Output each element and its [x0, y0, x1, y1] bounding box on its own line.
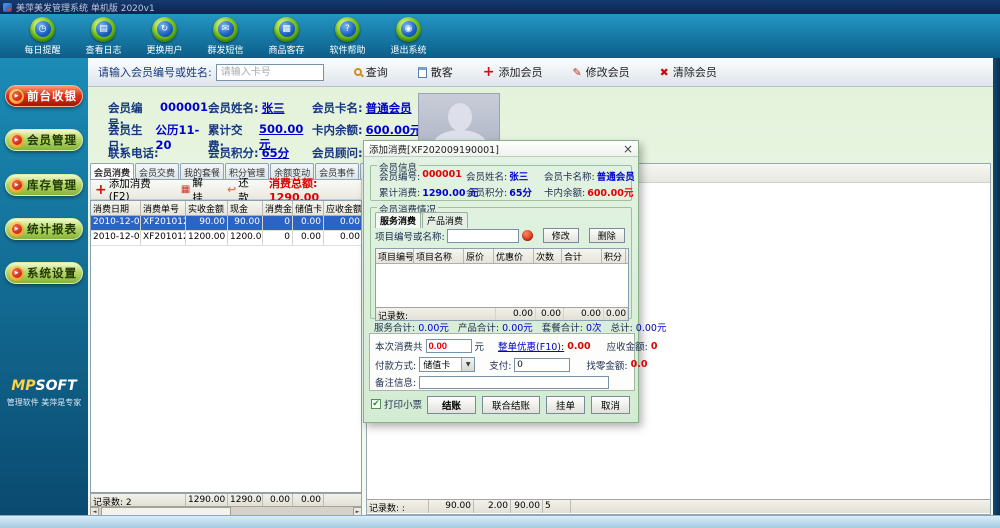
consumption-table-footer: 记录数: 2 1290.00 1290.00 0.00 0.00 — [90, 493, 362, 507]
joint-settle-button[interactable]: 联合结账 — [481, 396, 540, 414]
toolbar-switch-user[interactable]: ↻ 更换用户 — [134, 14, 195, 58]
table-row[interactable]: 2010-12-03 16: XF2010120340 90.00 90.00 … — [91, 216, 361, 231]
member-photo — [418, 93, 500, 145]
whole-discount-link[interactable]: 整单优惠(F10): — [498, 339, 564, 353]
avatar-head — [448, 103, 472, 131]
pencil-icon: ✎ — [572, 65, 582, 79]
app-icon — [3, 2, 12, 12]
dialog-titlebar: 添加消费[XF202009190001] × — [364, 141, 638, 157]
payment-method-select[interactable]: 储值卡 ▼ — [419, 357, 476, 372]
tab-service-consume[interactable]: 服务消费 — [375, 212, 422, 228]
consumption-table[interactable]: 消费日期 消费单号 实收金额 现金 消费金额 储值卡 应收金额 2010-12-… — [90, 200, 362, 493]
note-input[interactable] — [419, 375, 610, 389]
walkin-doc-icon — [417, 66, 427, 78]
consume-tabs: 服务消费 产品消费 — [375, 212, 469, 228]
totals-row: 服务合计: 0.00元 产品合计: 0.00元 套餐合计: 0次 总计: 0.0… — [374, 323, 667, 334]
brand-slogan: 管理软件 美萍是专家 — [6, 398, 82, 407]
member-search-bar: 请输入会员编号或姓名: 查询 散客 + 添加会员 ✎ 修改会员 ✖ 清除会员 — [88, 58, 993, 87]
member-detail-panel: 会员消费 会员交费 我的套餐 积分管理 余额变动 会员事件 备注提醒 + 添加消… — [90, 163, 405, 516]
dialog-title: 添加消费[XF202009190001] — [369, 144, 499, 156]
brand-logo: MPSOFT 管理软件 美萍是专家 — [0, 378, 88, 408]
service-panel-footer: 记录数: : 90.00 2.00 90.00 5 — [367, 499, 990, 513]
window-title: 美萍美发管理系统 单机版 2020v1 — [16, 3, 155, 14]
items-table[interactable]: 项目编号 项目名称 原价 优惠价 次数 合计 积分 记录数: 0.00 0.00… — [375, 248, 629, 321]
unhang-icon: ▦ — [180, 184, 191, 195]
status-bar — [0, 515, 1000, 528]
play-icon: ▶ — [9, 265, 24, 281]
table-header-row: 消费日期 消费单号 实收金额 现金 消费金额 储值卡 应收金额 — [91, 201, 361, 216]
consume-detail-group: 会员消费情况 服务消费 产品消费 项目编号或名称: 修改 删除 项目编号 项目名… — [370, 202, 632, 321]
search-input[interactable] — [215, 63, 324, 81]
edit-member-button[interactable]: ✎ 修改会员 — [572, 64, 629, 80]
power-icon: ◉ — [396, 16, 421, 42]
play-icon: ▶ — [9, 88, 24, 104]
help-icon: ? — [335, 16, 360, 42]
print-receipt-checkbox[interactable]: ✔ 打印小票 — [371, 397, 422, 411]
hang-order-button[interactable]: 挂单 — [545, 396, 585, 414]
app-window: 美萍美发管理系统 单机版 2020v1 ◷ 每日提醒 ▤ 查看日志 ↻ 更换用户… — [0, 0, 1000, 528]
query-button[interactable]: 查询 — [353, 64, 388, 80]
add-consume-button[interactable]: + 添加消费(F2) — [95, 176, 164, 203]
walkin-button[interactable]: 散客 — [417, 64, 453, 80]
toolbar-exit[interactable]: ◉ 退出系统 — [378, 14, 439, 58]
plus-icon: + — [95, 181, 107, 198]
clear-member-button[interactable]: ✖ 清除会员 — [660, 64, 717, 80]
consumption-toolbar: + 添加消费(F2) ▦ 解挂 ↩ 还款 消费总额: 1290.00 — [90, 177, 362, 204]
sidebar-item-inventory[interactable]: ▶ 库存管理 — [5, 174, 83, 196]
plus-icon: + — [482, 64, 495, 80]
tab-product-consume[interactable]: 产品消费 — [422, 212, 469, 228]
chevron-down-icon: ▼ — [461, 358, 475, 371]
play-icon: ▶ — [9, 177, 24, 193]
clock-icon: ◷ — [30, 16, 55, 42]
table-row[interactable]: 2010-12-03 16: XF2010120336 1200.00 1200… — [91, 231, 361, 246]
toolbar-help[interactable]: ? 软件帮助 — [317, 14, 378, 58]
toolbar-goods-storage[interactable]: ▦ 商品客存 — [256, 14, 317, 58]
cancel-button[interactable]: 取消 — [590, 396, 630, 414]
member-info-row-3: 联系电话: 会员积分:65分 会员顾问:未 — [108, 145, 377, 161]
close-icon[interactable]: × — [623, 143, 633, 155]
search-label: 请输入会员编号或姓名: — [98, 66, 212, 79]
titlebar: 美萍美发管理系统 单机版 2020v1 — [0, 0, 1000, 14]
member-points-field: 会员积分: 65分 — [208, 145, 290, 161]
items-table-header: 项目编号 项目名称 原价 优惠价 次数 合计 积分 — [376, 249, 628, 264]
sidebar: ▶ 前台收银 ▶ 会员管理 ▶ 库存管理 ▶ 统计报表 ▶ 系统设置 MPSOF… — [0, 58, 88, 515]
amount-input[interactable] — [425, 339, 472, 353]
sidebar-item-settings[interactable]: ▶ 系统设置 — [5, 262, 83, 284]
switch-user-icon: ↻ — [152, 16, 177, 42]
payment-box: 本次消费共 元 整单优惠(F10): 0.00 应收金额: 0 付款方式: 储值… — [369, 333, 657, 391]
goods-icon: ▦ — [274, 16, 299, 42]
pay-input[interactable] — [514, 357, 571, 372]
toolbar-daily-reminder[interactable]: ◷ 每日提醒 — [12, 14, 73, 58]
member-info-group: 会员信息 会员编号: 000001 会员姓名: 张三 会员卡名称: 普通会员 累计消费… — [370, 160, 635, 201]
sidebar-item-members[interactable]: ▶ 会员管理 — [5, 129, 83, 151]
sidebar-item-cashier[interactable]: ▶ 前台收银 — [5, 85, 83, 107]
modify-item-button[interactable]: 修改 — [542, 228, 579, 243]
repay-arrow-icon: ↩ — [227, 183, 237, 196]
search-icon — [353, 68, 362, 76]
points-link[interactable]: 65分 — [262, 145, 290, 161]
play-icon: ▶ — [9, 221, 24, 237]
item-search-icon[interactable] — [521, 230, 533, 241]
play-icon: ▶ — [9, 132, 24, 148]
add-member-button[interactable]: + 添加会员 — [483, 64, 543, 80]
sms-icon: ✉ — [213, 16, 238, 42]
member-phone-field: 联系电话: — [108, 146, 159, 160]
sidebar-item-reports[interactable]: ▶ 统计报表 — [5, 218, 83, 240]
items-table-footer: 记录数: 0.00 0.00 0.00 0.00 — [376, 307, 628, 320]
add-consume-dialog: 添加消费[XF202009190001] × 会员信息 会员编号: 000001 … — [363, 140, 667, 423]
toolbar-view-log[interactable]: ▤ 查看日志 — [73, 14, 134, 58]
dialog-buttons: 结账 联合结账 挂单 取消 — [426, 396, 630, 414]
log-icon: ▤ — [91, 16, 116, 42]
toolbar-group-sms[interactable]: ✉ 群发短信 — [195, 14, 256, 58]
delete-item-button[interactable]: 删除 — [588, 228, 625, 243]
item-search-input[interactable] — [446, 228, 519, 243]
top-toolbar: ◷ 每日提醒 ▤ 查看日志 ↻ 更换用户 ✉ 群发短信 ▦ 商品客存 ? 软件帮… — [0, 14, 1000, 58]
item-search-row: 项目编号或名称: 修改 删除 — [375, 228, 629, 243]
settle-button[interactable]: 结账 — [426, 396, 476, 414]
window-right-border — [993, 58, 1000, 515]
clear-icon: ✖ — [659, 65, 669, 79]
checkbox-check-icon: ✔ — [371, 399, 381, 409]
